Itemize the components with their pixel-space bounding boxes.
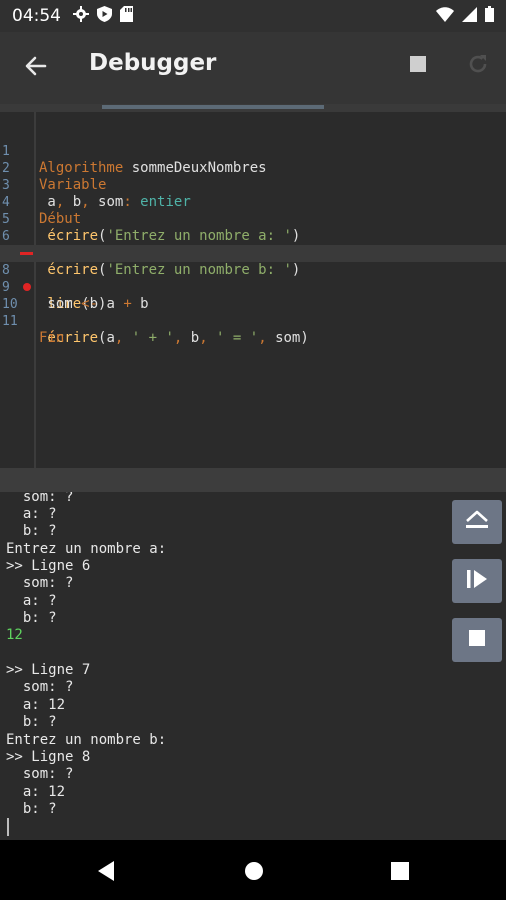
step-out-button[interactable]	[452, 500, 502, 544]
code-line: 2 Variable	[2, 161, 107, 193]
console-line: som: ?	[6, 766, 74, 782]
stop-icon	[410, 56, 426, 76]
restart-button[interactable]	[462, 50, 494, 82]
breakpoint-icon[interactable]	[23, 283, 31, 291]
stop-icon	[469, 630, 485, 650]
code-line: 11 Fin	[2, 314, 65, 346]
stop-run-button[interactable]	[452, 618, 502, 662]
console-line: >> Ligne 6	[6, 558, 91, 574]
shield-icon	[97, 6, 112, 26]
code-line: 10 écrire(a, ' + ', b, ' = ', som)	[0, 279, 506, 346]
tab-strip[interactable]	[0, 104, 506, 112]
console-line: som: ?	[6, 679, 74, 695]
code-line: 7 écrire('Entrez un nombre b: ')	[0, 228, 506, 278]
panel-divider[interactable]	[0, 468, 506, 492]
console-line: som: ?	[6, 492, 74, 505]
refresh-icon	[466, 52, 490, 80]
tab-indicator	[102, 105, 324, 109]
current-line-marker	[20, 252, 33, 255]
code-line: 4 Début	[2, 195, 82, 227]
console-input-caret[interactable]	[7, 818, 9, 836]
system-nav-bar	[0, 840, 506, 900]
console-line: a: 12	[6, 697, 66, 713]
console-line: b: ?	[6, 610, 57, 626]
step-continue-icon	[464, 567, 490, 595]
current-code-line: 8 lire(b)	[0, 245, 506, 312]
console-line: >> Ligne 7	[6, 662, 91, 678]
stop-debug-button[interactable]	[402, 50, 434, 82]
console-line: Entrez un nombre a:	[6, 541, 167, 557]
gear-icon	[73, 6, 89, 26]
console-line: a: 12	[6, 784, 66, 800]
console-output[interactable]: som: ? a: ? b: ? Entrez un nombre a: >> …	[0, 492, 506, 840]
console-line: >> Ligne 8	[6, 749, 91, 765]
app-bar: Debugger	[0, 32, 506, 104]
status-bar: 04:54	[0, 0, 506, 32]
console-line: b: ?	[6, 523, 57, 539]
step-out-icon	[464, 508, 490, 536]
code-line: 6 lire(a)	[0, 211, 506, 261]
code-line: 1 Algorithme sommeDeuxNombres	[2, 144, 267, 176]
code-line: 5 écrire('Entrez un nombre a: ')	[2, 212, 301, 244]
step-continue-button[interactable]	[452, 559, 502, 603]
console-input-value: 12	[6, 627, 23, 643]
signal-icon	[462, 6, 477, 26]
console-line: som: ?	[6, 575, 74, 591]
console-line: b: ?	[6, 801, 57, 817]
console-line: a: ?	[6, 593, 57, 609]
line-number: 11	[2, 314, 18, 329]
sd-card-icon	[120, 6, 133, 26]
code-line: 9 som <- a + b	[2, 280, 149, 312]
code-line: 3 a, b, som: entier	[2, 178, 191, 210]
code-editor[interactable]: 1 Algorithme sommeDeuxNombres 2 Variable…	[0, 112, 506, 468]
console-line: b: ?	[6, 714, 57, 730]
status-time: 04:54	[12, 6, 61, 26]
back-triangle-icon[interactable]	[96, 860, 116, 886]
battery-icon	[485, 6, 494, 26]
wifi-icon	[436, 6, 454, 26]
recents-square-icon[interactable]	[391, 860, 409, 886]
back-arrow-icon[interactable]	[22, 52, 50, 80]
console-line: a: ?	[6, 506, 57, 522]
console-line: Entrez un nombre b:	[6, 732, 167, 748]
home-circle-icon[interactable]	[244, 860, 264, 886]
page-title: Debugger	[89, 50, 217, 76]
